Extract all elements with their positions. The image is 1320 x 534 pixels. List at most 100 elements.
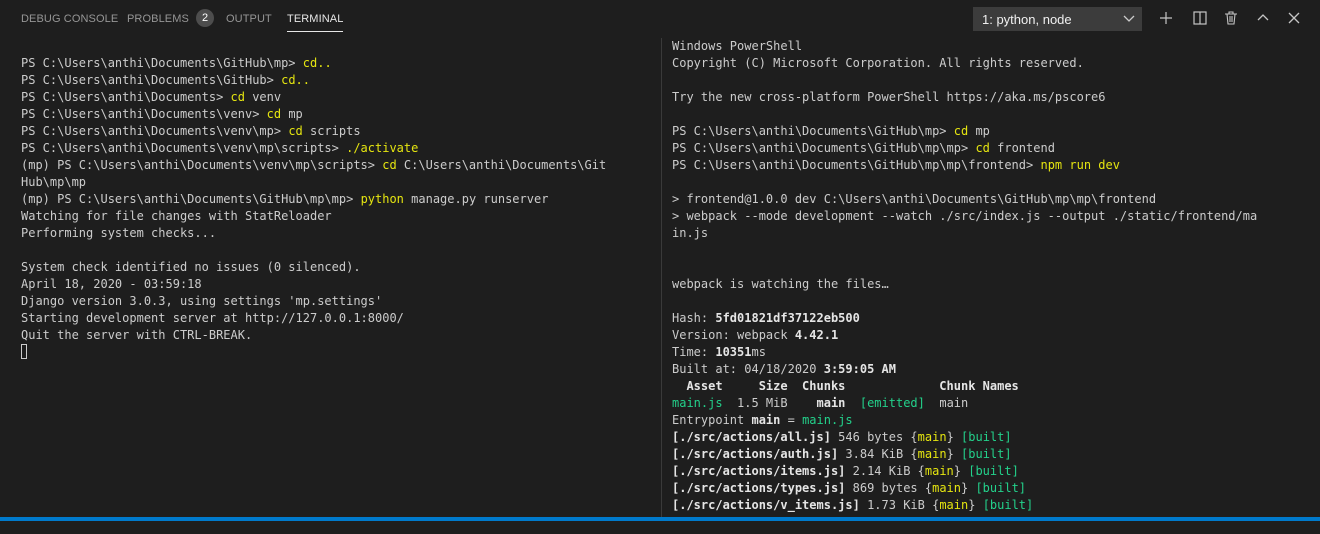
terminal-text: 869 bytes { <box>845 481 933 495</box>
chevron-down-icon <box>1123 15 1135 22</box>
terminal-line: [./src/actions/all.js] 546 bytes {main} … <box>672 429 1302 446</box>
terminal-text: Entrypoint <box>672 413 752 427</box>
terminal-text: cd <box>382 158 397 172</box>
terminal-line: April 18, 2020 - 03:59:18 <box>21 276 661 293</box>
terminal-text: scripts <box>302 124 361 138</box>
terminal-line: PS C:\Users\anthi\Documents\venv\mp> cd … <box>21 123 661 140</box>
terminal-line: [./src/actions/v_items.js] 1.73 KiB {mai… <box>672 497 1302 514</box>
terminal-text: Hash: <box>672 311 716 325</box>
terminal-text: Hub\mp\mp <box>21 175 87 189</box>
terminal-text: ms <box>751 345 766 359</box>
terminal-text: Asset Size Chunks Chunk Names <box>672 379 1019 393</box>
terminal-text: Quit the server with CTRL-BREAK. <box>21 328 253 342</box>
new-terminal-button[interactable] <box>1157 9 1175 27</box>
close-panel-button[interactable] <box>1285 9 1303 27</box>
terminal-line: PS C:\Users\anthi\Documents\GitHub\mp> c… <box>672 123 1302 140</box>
terminal-text: } <box>968 498 983 512</box>
plus-icon <box>1160 12 1172 24</box>
terminal-text: [built] <box>975 481 1027 495</box>
trash-icon <box>1225 11 1237 25</box>
panel-header: DEBUG CONSOLE PROBLEMS 2 OUTPUT TERMINAL… <box>0 0 1320 38</box>
terminal-text: PS C:\Users\anthi\Documents\venv\mp\scri… <box>21 141 347 155</box>
terminal-text: [./src/actions/items.js] <box>672 464 846 478</box>
terminal-line: [./src/actions/items.js] 2.14 KiB {main}… <box>672 463 1302 480</box>
tab-output[interactable]: OUTPUT <box>226 0 272 38</box>
split-terminal-button[interactable] <box>1191 9 1209 27</box>
terminal-line: Quit the server with CTRL-BREAK. <box>21 327 661 344</box>
terminal-text: main <box>924 464 954 478</box>
terminal-text: [emitted] <box>859 396 925 410</box>
terminal-text: (mp) PS C:\Users\anthi\Documents\GitHub\… <box>21 192 361 206</box>
terminal-line: PS C:\Users\anthi\Documents\venv\mp\scri… <box>21 140 661 157</box>
terminal-line: Hash: 5fd01821df37122eb500 <box>672 310 1302 327</box>
terminal-text: main <box>939 498 969 512</box>
terminal-text: [./src/actions/auth.js] <box>672 447 839 461</box>
terminal-text: C:\Users\anthi\Documents\Git <box>396 158 607 172</box>
terminal-text: 10351 <box>715 345 752 359</box>
tab-label: PROBLEMS <box>127 13 189 25</box>
tab-label: OUTPUT <box>226 13 272 25</box>
problems-count-badge: 2 <box>196 9 215 28</box>
terminal-line: PS C:\Users\anthi\Documents> cd venv <box>21 89 661 106</box>
terminal-line: in.js <box>672 225 1302 242</box>
terminal-text: 546 bytes { <box>830 430 918 444</box>
terminal-text: Performing system checks... <box>21 226 217 240</box>
terminal-text: [./src/actions/all.js] <box>672 430 831 444</box>
terminal-text: > frontend@1.0.0 dev C:\Users\anthi\Docu… <box>672 192 1157 206</box>
terminal-line: Starting development server at http://12… <box>21 310 661 327</box>
pane-divider[interactable] <box>661 38 662 517</box>
terminal-line: Hub\mp\mp <box>21 174 661 191</box>
tab-terminal[interactable]: TERMINAL <box>287 0 344 38</box>
terminal-text: PS C:\Users\anthi\Documents\GitHub\mp> <box>672 124 954 138</box>
terminal-text: python <box>360 192 404 206</box>
terminal-text: PS C:\Users\anthi\Documents> <box>21 90 231 104</box>
terminal-text: in.js <box>672 226 709 240</box>
terminal-pane-right[interactable]: Windows PowerShell Copyright (C) Microsof… <box>672 38 1302 517</box>
terminal-select-value: 1: python, node <box>982 12 1072 27</box>
tab-debug-console[interactable]: DEBUG CONSOLE <box>21 0 118 38</box>
terminal-line: webpack is watching the files… <box>672 276 1302 293</box>
terminal-text: System check identified no issues (0 sil… <box>21 260 361 274</box>
terminal-line: (mp) PS C:\Users\anthi\Documents\GitHub\… <box>21 191 661 208</box>
terminal-text: cd <box>266 107 282 121</box>
terminal-line: System check identified no issues (0 sil… <box>21 259 661 276</box>
terminal-text: manage.py runserver <box>403 192 549 206</box>
terminal-line: [./src/actions/types.js] 869 bytes {main… <box>672 480 1302 497</box>
terminal-line: > webpack --mode development --watch ./s… <box>672 208 1302 225</box>
terminal-line <box>21 344 661 361</box>
terminal-text: 4.42.1 <box>794 328 839 342</box>
terminal-text: = <box>780 413 803 427</box>
terminal-select[interactable]: 1: python, node <box>973 7 1142 31</box>
terminal-text: PS C:\Users\anthi\Documents\GitHub\mp> <box>21 56 303 70</box>
terminal-line: PS C:\Users\anthi\Documents\GitHub\mp> c… <box>21 55 661 72</box>
terminal-text: PS C:\Users\anthi\Documents\GitHub\mp\mp… <box>672 158 1041 172</box>
terminal-text: 3.84 KiB { <box>838 447 918 461</box>
terminal-text: run dev <box>1062 158 1120 172</box>
terminal-line: PS C:\Users\anthi\Documents\GitHub> cd.. <box>21 72 661 89</box>
terminal-text: > webpack --mode development --watch ./s… <box>672 209 1258 223</box>
terminal-text: PS C:\Users\anthi\Documents\venv\mp> <box>21 124 289 138</box>
terminal-pane-left[interactable]: PS C:\Users\anthi\Documents\GitHub\mp> c… <box>21 38 661 534</box>
terminal-text: ./activate <box>346 141 419 155</box>
terminal-text: cd.. <box>302 56 332 70</box>
terminal-text: PS C:\Users\anthi\Documents\GitHub\mp\mp… <box>672 141 976 155</box>
terminal-line: Django version 3.0.3, using settings 'mp… <box>21 293 661 310</box>
terminal-text: [built] <box>982 498 1034 512</box>
terminal-text: PS C:\Users\anthi\Documents\GitHub> <box>21 73 282 87</box>
tab-problems[interactable]: PROBLEMS 2 <box>127 0 215 38</box>
maximize-panel-button[interactable] <box>1254 9 1272 27</box>
terminal-cursor <box>21 344 27 359</box>
terminal-line: > frontend@1.0.0 dev C:\Users\anthi\Docu… <box>672 191 1302 208</box>
terminal-line: Try the new cross-platform PowerShell ht… <box>672 89 1302 106</box>
terminal-text: venv <box>244 90 282 104</box>
terminal-text: 5fd01821df37122eb500 <box>715 311 860 325</box>
terminal-line: PS C:\Users\anthi\Documents\venv> cd mp <box>21 106 661 123</box>
terminal-line: Time: 10351ms <box>672 344 1302 361</box>
kill-terminal-button[interactable] <box>1222 9 1240 27</box>
terminal-line: Version: webpack 4.42.1 <box>672 327 1302 344</box>
terminal-line: [./src/actions/auth.js] 3.84 KiB {main} … <box>672 446 1302 463</box>
